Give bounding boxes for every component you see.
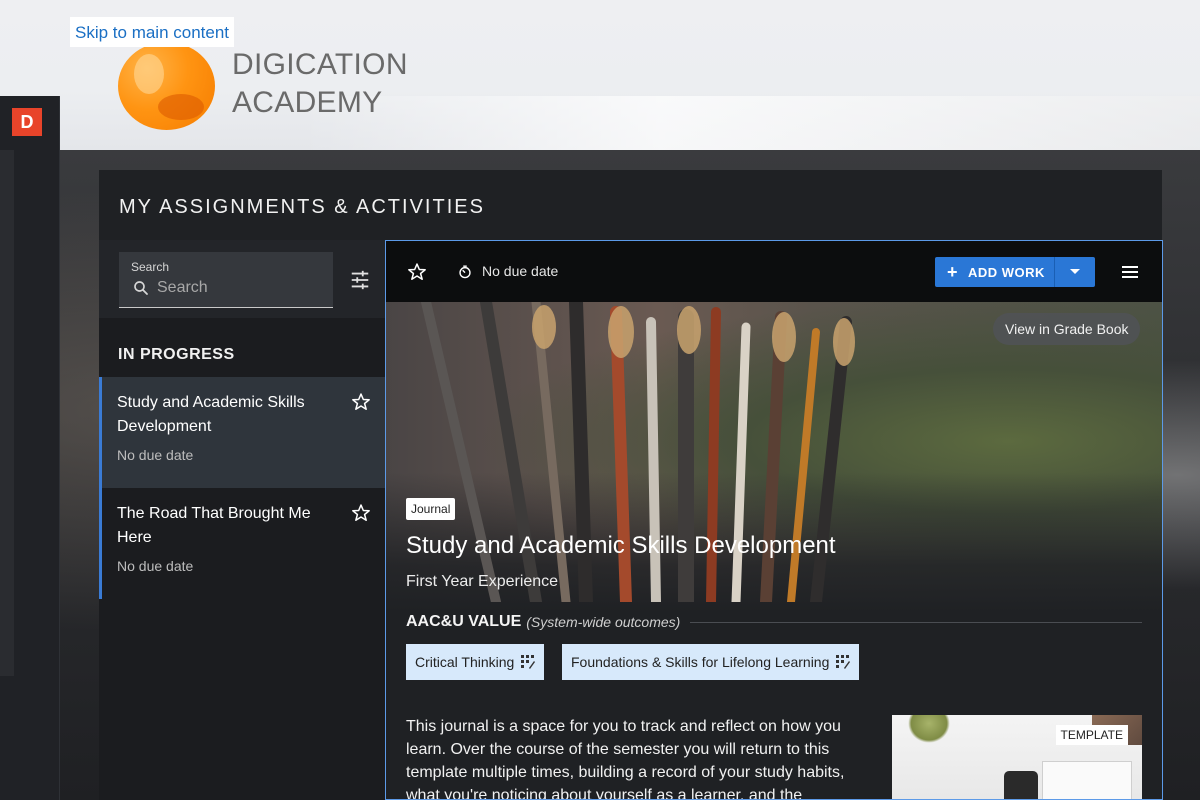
- course-name: First Year Experience: [406, 573, 559, 590]
- assignment-description: This journal is a space for you to track…: [406, 718, 845, 800]
- brand-line-1: DIGICATION: [232, 48, 408, 81]
- assignments-card: MY ASSIGNMENTS & ACTIVITIES Search IN PR…: [99, 170, 1163, 800]
- filter-icon[interactable]: [349, 269, 371, 291]
- assignment-title: The Road That Brought Me Here: [117, 505, 311, 546]
- search-label: Search: [131, 260, 170, 274]
- outcomes-title: AAC&U VALUE: [406, 613, 522, 630]
- add-work-label: ADD WORK: [968, 264, 1045, 280]
- add-work-button-group: + ADD WORK: [935, 257, 1095, 287]
- assignment-list-item[interactable]: The Road That Brought Me Here No due dat…: [99, 488, 385, 599]
- menu-icon[interactable]: [1122, 264, 1140, 280]
- assignment-due: No due date: [117, 447, 194, 463]
- skip-to-main-link[interactable]: Skip to main content: [70, 17, 235, 47]
- left-rail: D: [0, 96, 60, 800]
- brand-name[interactable]: DIGICATION ACADEMY: [232, 46, 408, 122]
- add-work-dropdown[interactable]: [1055, 257, 1095, 287]
- outcome-chip[interactable]: Foundations & Skills for Lifelong Learni…: [562, 644, 860, 680]
- search-bar: Search: [99, 240, 385, 318]
- view-in-grade-book-button[interactable]: View in Grade Book: [993, 313, 1141, 345]
- page-title: MY ASSIGNMENTS & ACTIVITIES: [119, 196, 485, 218]
- star-icon[interactable]: [407, 262, 427, 282]
- outcomes-heading: AAC&U VALUE (System-wide outcomes): [406, 611, 1142, 633]
- outcomes-note: (System-wide outcomes): [526, 614, 681, 630]
- logo-highlight: [134, 54, 164, 94]
- outcome-chip[interactable]: Critical Thinking: [406, 644, 545, 680]
- search-input[interactable]: [157, 276, 327, 300]
- star-icon[interactable]: [351, 503, 371, 523]
- star-icon[interactable]: [351, 392, 371, 412]
- template-tag: TEMPLATE: [1055, 725, 1128, 745]
- search-icon: [134, 281, 148, 295]
- caret-down-icon: [1070, 269, 1080, 274]
- site-header: DIGICATION ACADEMY Skip to main content: [0, 0, 1200, 150]
- assignment-detail-panel: View in Grade Book Journal Study and Aca…: [385, 240, 1163, 800]
- section-heading-in-progress: IN PROGRESS: [118, 346, 235, 363]
- rubric-grid-icon: [836, 655, 851, 669]
- notebook-graphic: [1042, 761, 1132, 799]
- logo-shade: [158, 94, 204, 120]
- add-work-button[interactable]: + ADD WORK: [935, 257, 1055, 287]
- template-thumbnail[interactable]: TEMPLATE: [892, 715, 1142, 799]
- digication-logo[interactable]: [118, 42, 215, 130]
- due-date: No due date: [482, 263, 559, 279]
- rail-strip: [0, 150, 14, 676]
- app-badge[interactable]: D: [12, 108, 42, 136]
- assignment-due: No due date: [117, 558, 194, 574]
- search-field[interactable]: Search: [119, 252, 333, 308]
- detail-toolbar: No due date + ADD WORK: [386, 241, 1162, 302]
- outcome-chip-label: Foundations & Skills for Lifelong Learni…: [571, 654, 830, 670]
- outcome-chip-label: Critical Thinking: [415, 654, 515, 670]
- brand-line-2: ACADEMY: [232, 86, 383, 119]
- rubric-grid-icon: [521, 655, 536, 669]
- hero-image: View in Grade Book Journal Study and Aca…: [386, 302, 1162, 612]
- assignment-list: Search IN PROGRESS Study and Academic Sk…: [99, 240, 385, 800]
- timer-icon: [459, 265, 471, 279]
- phone-graphic: [1004, 771, 1038, 799]
- outcomes-divider: [690, 621, 1142, 623]
- plus-icon: +: [947, 262, 959, 282]
- assignment-title: Study and Academic Skills Development: [117, 394, 305, 435]
- assignment-detail-title: Study and Academic Skills Development: [406, 532, 836, 559]
- header-backdrop: [300, 96, 1200, 150]
- assignment-type-tag: Journal: [406, 498, 456, 520]
- assignment-list-item[interactable]: Study and Academic Skills Development No…: [99, 377, 385, 488]
- plant-graphic: [908, 715, 950, 743]
